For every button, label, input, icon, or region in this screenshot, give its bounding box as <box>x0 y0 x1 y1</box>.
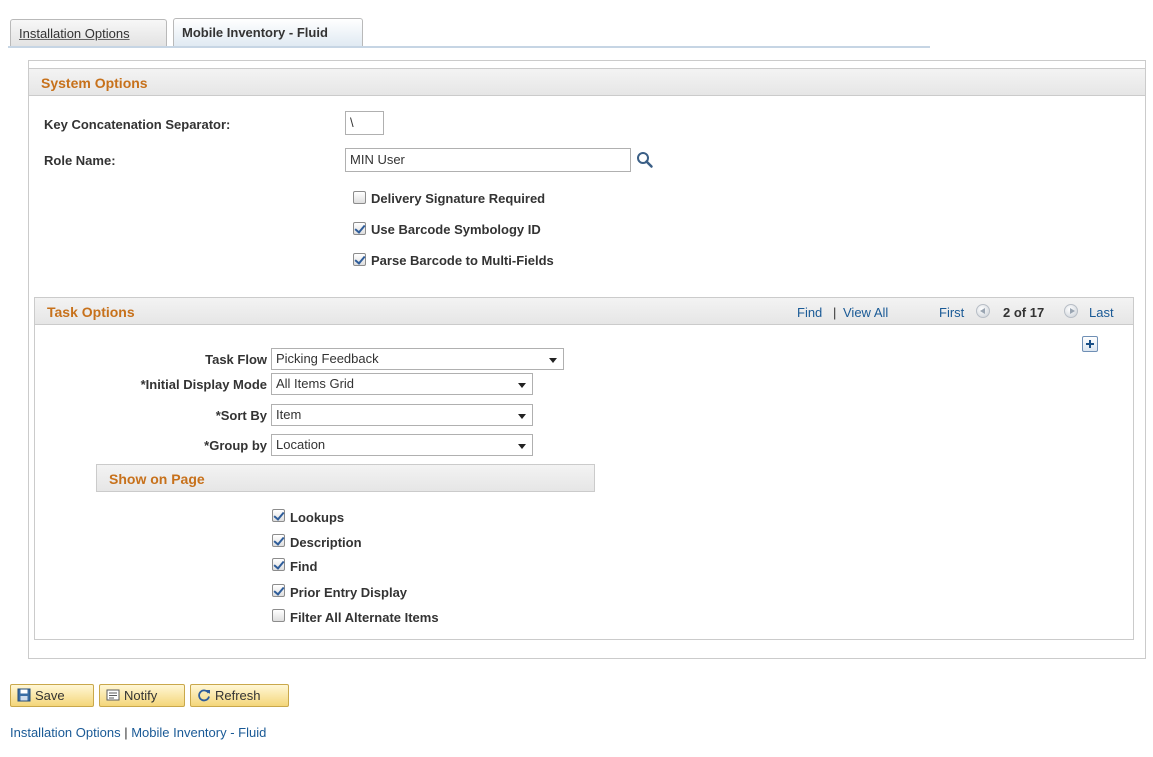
delivery-signature-checkbox[interactable] <box>353 191 366 204</box>
role-name-label: Role Name: <box>44 153 116 168</box>
refresh-button[interactable]: Refresh <box>190 684 289 707</box>
notify-icon <box>106 688 120 705</box>
select-value: Location <box>276 437 326 452</box>
find-checkbox[interactable] <box>272 558 285 571</box>
sort-by-label: *Sort By <box>215 408 267 423</box>
tab-divider <box>8 46 930 48</box>
button-label: Save <box>35 688 65 703</box>
tab-label: Installation Options <box>19 26 130 41</box>
sort-by-select[interactable]: Item <box>271 404 533 426</box>
chevron-down-icon <box>518 444 526 449</box>
initial-display-mode-label: *Initial Display Mode <box>140 377 267 392</box>
group-by-select[interactable]: Location <box>271 434 533 456</box>
chevron-down-icon <box>518 383 526 388</box>
tab-mobile-inventory-fluid[interactable]: Mobile Inventory - Fluid <box>173 18 363 47</box>
tab-label: Mobile Inventory - Fluid <box>182 25 328 40</box>
section-title: Show on Page <box>109 471 205 487</box>
save-icon <box>17 688 31 705</box>
prior-entry-display-label: Prior Entry Display <box>290 585 408 600</box>
task-options-header: Task Options <box>34 297 1134 325</box>
section-title: Task Options <box>47 304 135 320</box>
select-value: All Items Grid <box>276 376 355 391</box>
next-icon[interactable] <box>1064 304 1078 318</box>
first-label[interactable]: First <box>939 305 964 320</box>
row-counter: 2 of 17 <box>1003 305 1045 320</box>
parse-barcode-label: Parse Barcode to Multi-Fields <box>371 253 554 268</box>
delivery-signature-label: Delivery Signature Required <box>371 191 546 206</box>
description-label: Description <box>290 535 362 550</box>
nav-separator: | <box>833 305 837 320</box>
tab-installation-options[interactable]: Installation Options <box>10 19 167 46</box>
select-value: Item <box>276 407 302 422</box>
footer-link-installation-options[interactable]: Installation Options <box>10 725 121 740</box>
button-label: Notify <box>124 688 158 703</box>
filter-alternate-items-checkbox[interactable] <box>272 609 285 622</box>
barcode-symbology-checkbox[interactable] <box>353 222 366 235</box>
barcode-symbology-label: Use Barcode Symbology ID <box>371 222 541 237</box>
footer-link-mobile-inventory[interactable]: Mobile Inventory - Fluid <box>131 725 266 740</box>
last-label[interactable]: Last <box>1089 305 1114 320</box>
system-options-header: System Options <box>28 68 1146 96</box>
find-link[interactable]: Find <box>797 305 822 320</box>
parse-barcode-checkbox[interactable] <box>353 253 366 266</box>
key-separator-input[interactable]: \ <box>345 111 384 135</box>
notify-button[interactable]: Notify <box>99 684 185 707</box>
prior-entry-display-checkbox[interactable] <box>272 584 285 597</box>
chevron-down-icon <box>518 414 526 419</box>
group-by-label: *Group by <box>204 438 267 453</box>
role-name-input[interactable]: MIN User <box>345 148 631 172</box>
lookups-label: Lookups <box>290 510 345 525</box>
previous-icon[interactable] <box>976 304 990 318</box>
footer-separator: | <box>124 725 128 740</box>
chevron-down-icon <box>549 358 557 363</box>
task-flow-label: Task Flow <box>205 352 267 367</box>
section-title: System Options <box>41 75 148 91</box>
add-row-icon[interactable] <box>1082 336 1098 352</box>
filter-alternate-items-label: Filter All Alternate Items <box>290 610 439 625</box>
save-button[interactable]: Save <box>10 684 94 707</box>
show-on-page-header: Show on Page <box>96 464 595 492</box>
refresh-icon <box>197 688 211 705</box>
footer-links: Installation Options | Mobile Inventory … <box>10 725 266 740</box>
select-value: Picking Feedback <box>276 351 379 366</box>
search-icon[interactable] <box>636 151 654 169</box>
button-label: Refresh <box>215 688 261 703</box>
task-flow-select[interactable]: Picking Feedback <box>271 348 564 370</box>
description-checkbox[interactable] <box>272 534 285 547</box>
view-all-link[interactable]: View All <box>843 305 888 320</box>
initial-display-mode-select[interactable]: All Items Grid <box>271 373 533 395</box>
find-label: Find <box>290 559 318 574</box>
lookups-checkbox[interactable] <box>272 509 285 522</box>
key-separator-label: Key Concatenation Separator: <box>44 117 231 132</box>
